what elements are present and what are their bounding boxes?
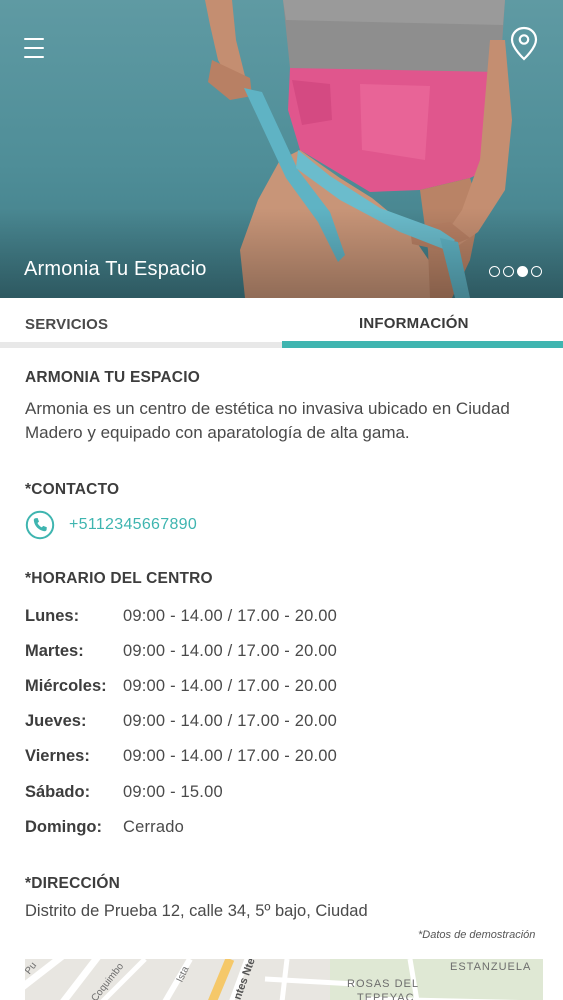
phone-icon — [25, 510, 55, 540]
phone-number-link[interactable]: +5112345667890 — [69, 516, 197, 534]
hero-title: Armonia Tu Espacio — [24, 258, 207, 280]
schedule-hours: 09:00 - 14.00 / 17.00 - 20.00 — [123, 677, 338, 695]
business-description: Armonia es un centro de estética no inva… — [25, 399, 510, 442]
location-pin-icon[interactable] — [508, 26, 540, 62]
schedule-row: Domingo: Cerrado — [25, 818, 545, 842]
info-content: ARMONIA TU ESPACIO Armonia es un centro … — [0, 350, 563, 1000]
business-name-heading: ARMONIA TU ESPACIO — [25, 369, 200, 386]
schedule-hours: 09:00 - 15.00 — [123, 783, 223, 801]
contact-heading: *CONTACTO — [25, 481, 120, 498]
schedule-row: Viernes: 09:00 - 14.00 / 17.00 - 20.00 — [25, 747, 545, 771]
address-heading: *DIRECCIÓN — [25, 875, 121, 892]
carousel-dot[interactable] — [489, 266, 500, 277]
map-label: ESTANZUELA — [450, 961, 532, 973]
phone-row[interactable]: +5112345667890 — [25, 510, 197, 540]
carousel-dot-active[interactable] — [517, 266, 528, 277]
tab-servicios-label: SERVICIOS — [25, 316, 109, 333]
hero-shade — [0, 208, 563, 298]
hero-banner: Armonia Tu Espacio — [0, 0, 563, 298]
schedule-day: Miércoles: — [25, 677, 107, 695]
location-map[interactable]: ESTANZUELA ROSAS DEL TEPEYAC Coquimbo Pu… — [25, 959, 543, 1000]
demo-data-note: *Datos de demostración — [418, 929, 536, 941]
schedule-day: Viernes: — [25, 747, 90, 765]
tab-servicios[interactable]: SERVICIOS — [0, 298, 282, 350]
tab-bar: SERVICIOS INFORMACIÓN — [0, 298, 563, 350]
schedule-row: Miércoles: 09:00 - 14.00 / 17.00 - 20.00 — [25, 677, 545, 701]
schedule-row: Jueves: 09:00 - 14.00 / 17.00 - 20.00 — [25, 712, 545, 736]
schedule-hours: 09:00 - 14.00 / 17.00 - 20.00 — [123, 642, 338, 660]
schedule-hours: 09:00 - 14.00 / 17.00 - 20.00 — [123, 747, 338, 765]
schedule-day: Sábado: — [25, 783, 91, 801]
schedule-day: Lunes: — [25, 607, 80, 625]
map-label: TEPEYAC — [357, 992, 415, 1000]
carousel-dots — [489, 266, 542, 278]
schedule-hours: Cerrado — [123, 818, 185, 836]
schedule-hours: 09:00 - 14.00 / 17.00 - 20.00 — [123, 607, 338, 625]
carousel-dot[interactable] — [531, 266, 542, 277]
schedule-day: Jueves: — [25, 712, 87, 730]
schedule-heading: *HORARIO DEL CENTRO — [25, 570, 213, 587]
map-label: ROSAS DEL — [347, 978, 419, 990]
tab-informacion[interactable]: INFORMACIÓN — [282, 298, 563, 350]
address-text: Distrito de Prueba 12, calle 34, 5º bajo… — [25, 902, 368, 920]
tab-informacion-label: INFORMACIÓN — [359, 315, 469, 332]
schedule-row: Martes: 09:00 - 14.00 / 17.00 - 20.00 — [25, 642, 545, 666]
schedule-row: Lunes: 09:00 - 14.00 / 17.00 - 20.00 — [25, 607, 545, 631]
schedule-day: Domingo: — [25, 818, 102, 836]
carousel-dot[interactable] — [503, 266, 514, 277]
schedule-day: Martes: — [25, 642, 84, 660]
schedule-row: Sábado: 09:00 - 15.00 — [25, 783, 545, 807]
schedule-hours: 09:00 - 14.00 / 17.00 - 20.00 — [123, 712, 338, 730]
menu-icon[interactable] — [22, 34, 48, 62]
